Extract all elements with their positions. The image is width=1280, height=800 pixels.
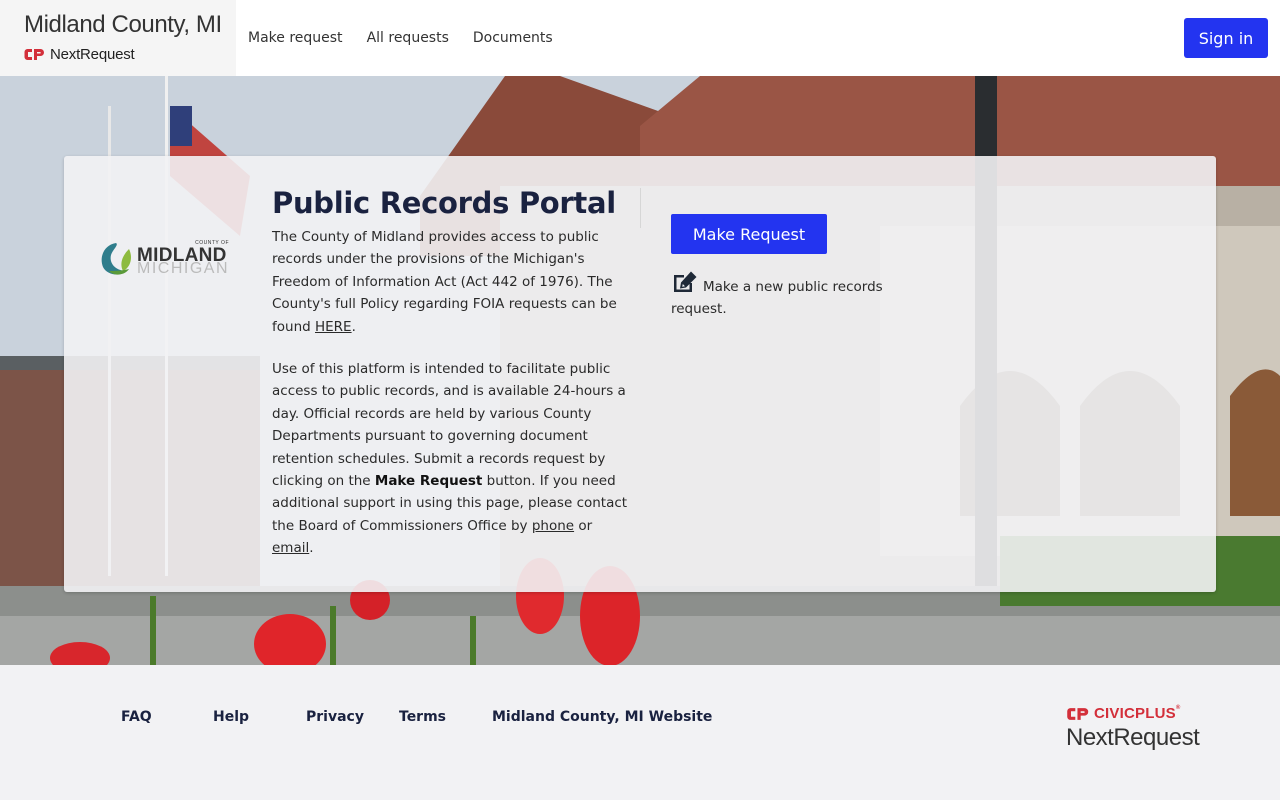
site-title[interactable]: Midland County, MI	[24, 10, 236, 40]
brand-block[interactable]: Midland County, MI NextRequest	[0, 0, 236, 76]
page-title: Public Records Portal	[272, 186, 616, 220]
civicplus-logo-icon	[1067, 707, 1089, 720]
phone-link[interactable]: phone	[532, 518, 574, 534]
footer-terms-link[interactable]: Terms	[399, 709, 492, 725]
make-request-button[interactable]: Make Request	[671, 214, 827, 254]
brand-nextrequest: NextRequest	[24, 46, 236, 63]
action-column: Make Request Make a new public records r…	[671, 214, 931, 320]
civicplus-logo: CIVICPLUS®	[1066, 705, 1199, 722]
civicplus-text: CIVICPLUS®	[1094, 705, 1180, 722]
nav-all-requests[interactable]: All requests	[367, 30, 449, 46]
civicplus-brand[interactable]: CIVICPLUS® NextRequest	[1066, 705, 1200, 752]
email-link[interactable]: email	[272, 540, 309, 556]
para2-make-request-bold: Make Request	[374, 473, 483, 490]
midland-leaf-icon	[101, 243, 131, 275]
logo-michigan: MICHIGAN	[137, 260, 229, 277]
nextrequest-product-name: NextRequest	[1066, 724, 1200, 751]
make-request-description-text: Make a new public records request.	[671, 279, 883, 317]
footer-faq-link[interactable]: FAQ	[121, 709, 213, 725]
para2-end: .	[309, 540, 314, 557]
column-divider	[640, 188, 641, 228]
intro-paragraph-1: The County of Midland provides access to…	[272, 226, 632, 338]
para2-or: or	[574, 517, 593, 534]
footer-privacy-link[interactable]: Privacy	[306, 709, 399, 725]
para1-end: .	[351, 318, 356, 335]
top-header: Midland County, MI NextRequest Make requ…	[0, 0, 1280, 76]
nav-make-request[interactable]: Make request	[248, 30, 343, 46]
policy-here-link[interactable]: HERE	[315, 319, 352, 335]
para2-text: Use of this platform is intended to faci…	[272, 361, 626, 490]
nav-documents[interactable]: Documents	[473, 30, 553, 46]
footer-links: FAQ Help Privacy Terms Midland County, M…	[121, 709, 712, 725]
footer-help-link[interactable]: Help	[213, 709, 306, 725]
np-logo-icon	[24, 49, 44, 60]
footer-county-website-link[interactable]: Midland County, MI Website	[492, 709, 712, 725]
make-request-description: Make a new public records request.	[671, 270, 931, 320]
civicplus-trademark: ®	[1175, 705, 1181, 711]
midland-logo: COUNTY OF MIDLAND MICHIGAN	[99, 241, 229, 277]
portal-card: COUNTY OF MIDLAND MICHIGAN Public Record…	[64, 156, 1216, 592]
civicplus-brand-text: CIVICPLUS	[1094, 705, 1176, 722]
brand-name: NextRequest	[50, 46, 135, 63]
intro-paragraph-2: Use of this platform is intended to faci…	[272, 358, 632, 560]
footer: FAQ Help Privacy Terms Midland County, M…	[0, 665, 1280, 800]
main-nav: Make request All requests Documents	[248, 30, 577, 46]
edit-icon	[674, 271, 697, 292]
sign-in-button[interactable]: Sign in	[1184, 18, 1268, 58]
intro-column: Public Records Portal The County of Midl…	[272, 186, 632, 560]
hero-banner: COUNTY OF MIDLAND MICHIGAN Public Record…	[0, 76, 1280, 665]
